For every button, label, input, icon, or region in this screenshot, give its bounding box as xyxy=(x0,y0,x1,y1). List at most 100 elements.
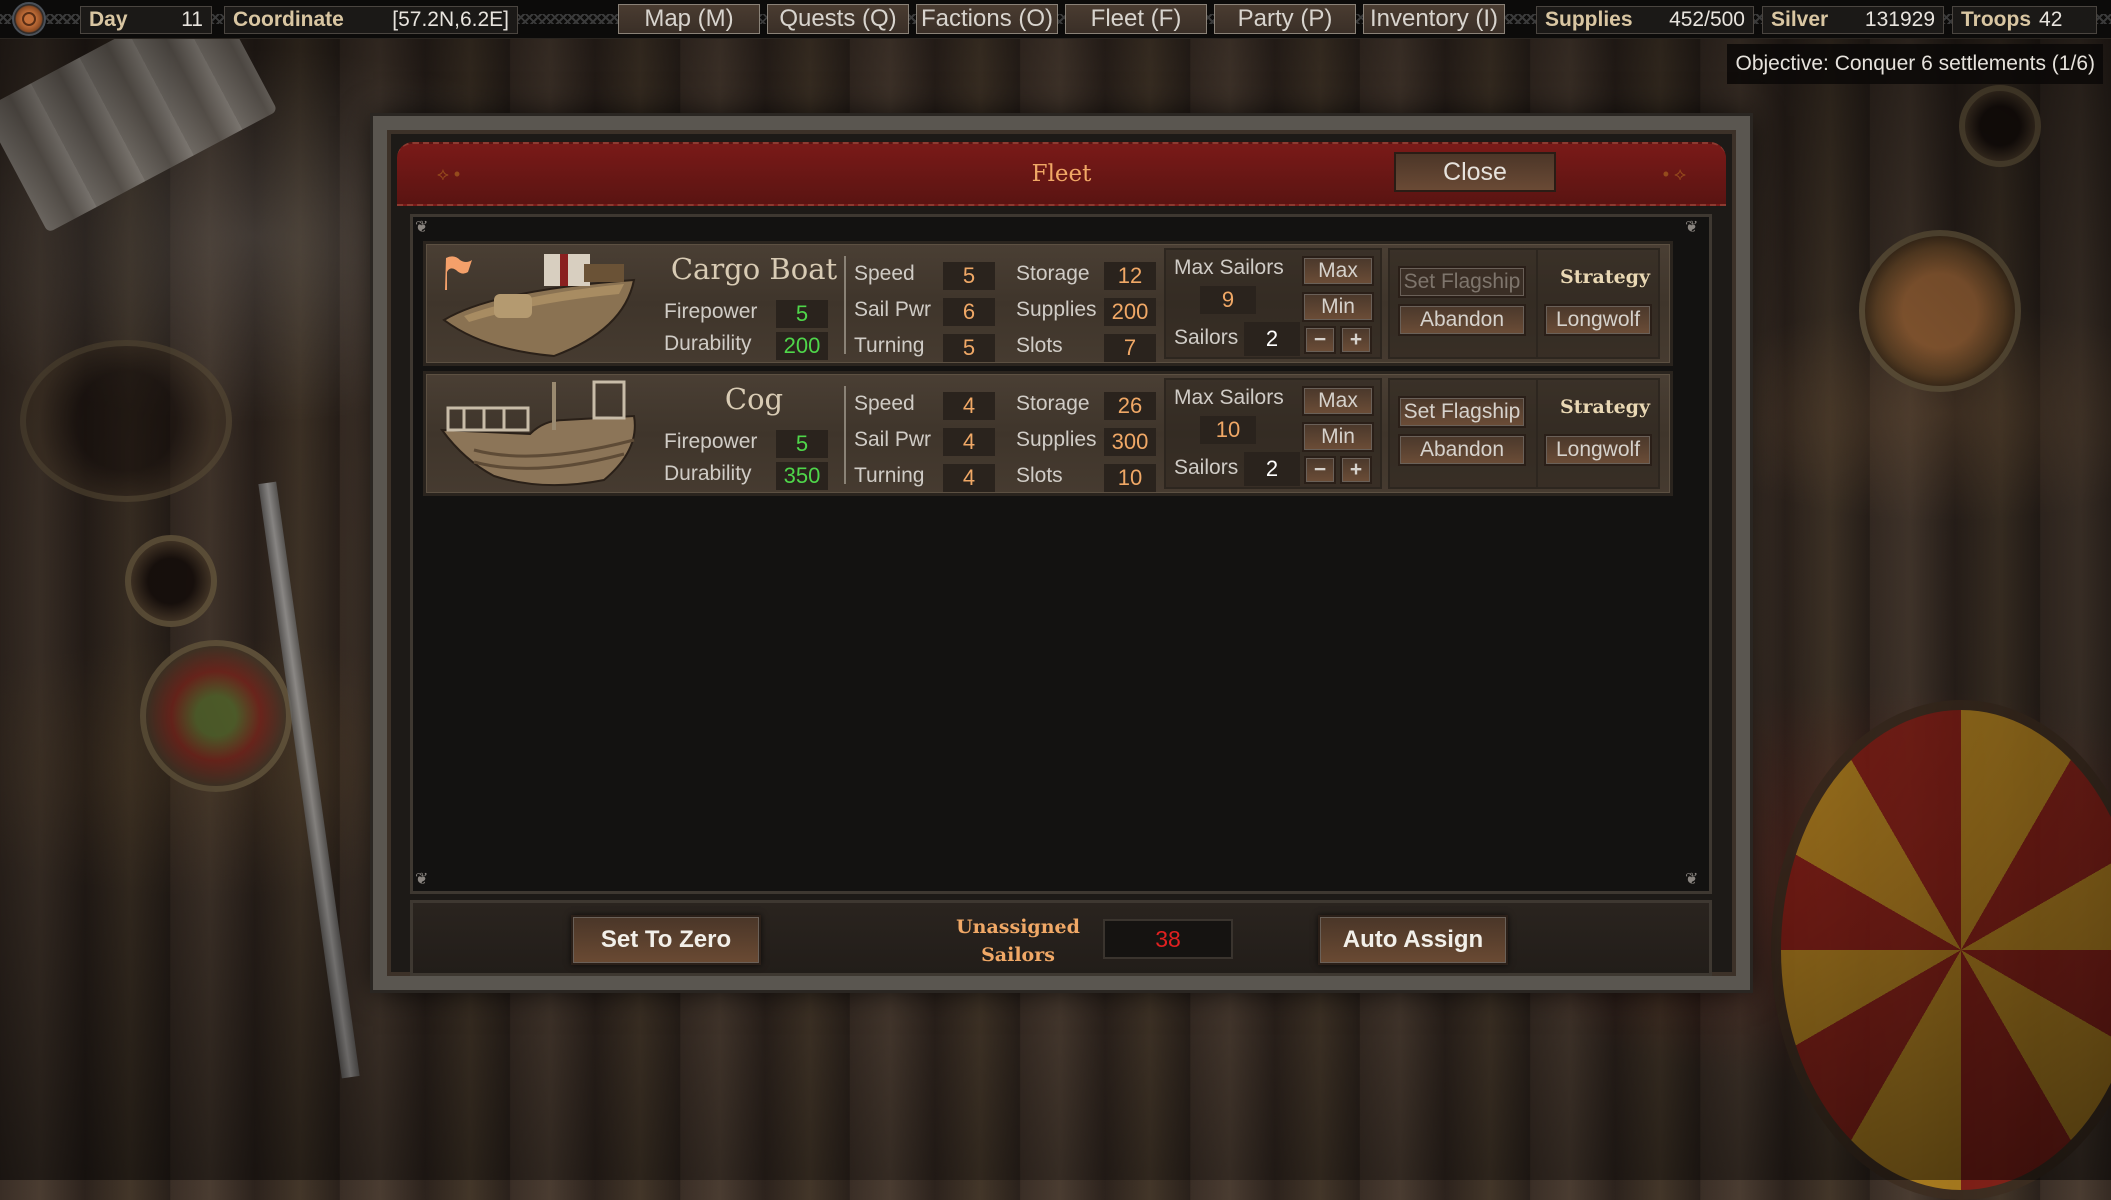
ship-name: Cog xyxy=(724,382,784,416)
ship-name: Cargo Boat xyxy=(670,252,838,286)
fleet-dialog: ⟡ • Fleet Close • ⟡ ❦ ❦ ❦ ❦ Cargo Boat F… xyxy=(370,113,1753,993)
sailors-value: 2 xyxy=(1244,322,1300,356)
cup-decoration xyxy=(125,535,217,627)
column-divider xyxy=(844,256,846,354)
close-button[interactable]: Close xyxy=(1394,152,1556,192)
coordinate-value: [57.2N,6.2E] xyxy=(392,8,509,31)
turning-value: 5 xyxy=(943,334,995,362)
strategy-label: Strategy xyxy=(1560,266,1651,288)
objective-text: Objective: Conquer 6 settlements (1/6) xyxy=(1727,44,2103,84)
troops-value: 42 xyxy=(2039,8,2063,31)
nav-factions-button[interactable]: Factions (O) xyxy=(916,4,1058,34)
strategy-select-button[interactable]: Longwolf xyxy=(1544,304,1652,336)
durability-label: Durability xyxy=(664,462,752,485)
slots-value: 10 xyxy=(1104,464,1156,492)
unassigned-sailors-label: Unassigned Sailors xyxy=(943,913,1093,969)
corner-ornament-icon: ❦ xyxy=(1685,219,1699,236)
abandon-button[interactable]: Abandon xyxy=(1398,434,1526,466)
supplies-display: Supplies 452/500 xyxy=(1536,6,1754,34)
supplies-value: 200 xyxy=(1104,298,1156,326)
increase-sailors-button[interactable]: + xyxy=(1340,326,1372,354)
ship-row-cargo-boat[interactable]: Cargo Boat Firepower 5 Durability 200 Sp… xyxy=(423,241,1673,366)
turning-label: Turning xyxy=(854,464,925,487)
nav-inventory-button[interactable]: Inventory (I) xyxy=(1363,4,1505,34)
speed-value: 4 xyxy=(943,392,995,420)
silver-value: 131929 xyxy=(1864,8,1935,31)
supplies-value: 452/500 xyxy=(1669,8,1745,31)
durability-label: Durability xyxy=(664,332,752,355)
day-value: 11 xyxy=(181,8,203,31)
silver-display: Silver 131929 xyxy=(1762,6,1944,34)
decrease-sailors-button[interactable]: − xyxy=(1304,456,1336,484)
durability-value: 200 xyxy=(776,332,828,360)
max-sailors-value: 10 xyxy=(1200,416,1256,444)
sail-pwr-label: Sail Pwr xyxy=(854,298,932,321)
day-label: Day xyxy=(89,8,128,31)
sailor-assignment-bar: Set To Zero Unassigned Sailors 38 Auto A… xyxy=(410,900,1712,976)
sailors-value: 2 xyxy=(1244,452,1300,486)
max-sailors-button[interactable]: Max xyxy=(1302,386,1374,416)
day-display: Day 11 xyxy=(80,6,212,34)
unassigned-label-line1: Unassigned xyxy=(956,916,1080,938)
silver-label: Silver xyxy=(1771,8,1829,31)
nav-map-button[interactable]: Map (M) xyxy=(618,4,760,34)
auto-assign-button[interactable]: Auto Assign xyxy=(1318,915,1508,965)
settings-gear-icon[interactable] xyxy=(12,2,46,36)
troops-display: Troops 42 xyxy=(1952,6,2097,34)
durability-value: 350 xyxy=(776,462,828,490)
abandon-button[interactable]: Abandon xyxy=(1398,304,1526,336)
max-sailors-label: Max Sailors xyxy=(1174,386,1284,409)
set-to-zero-button[interactable]: Set To Zero xyxy=(571,915,761,965)
nav-party-button[interactable]: Party (P) xyxy=(1214,4,1356,34)
jug-decoration xyxy=(20,340,232,502)
sword-decoration xyxy=(258,481,360,1079)
sailors-label: Sailors xyxy=(1174,326,1239,349)
storage-label: Storage xyxy=(1016,392,1090,415)
troops-label: Troops xyxy=(1961,8,2032,31)
strategy-select-button[interactable]: Longwolf xyxy=(1544,434,1652,466)
set-flagship-button[interactable]: Set Flagship xyxy=(1398,396,1526,428)
storage-value: 12 xyxy=(1104,262,1156,290)
ship-actions-panel: Set Flagship Abandon xyxy=(1388,248,1538,359)
corner-ornament-icon: ❦ xyxy=(415,219,429,236)
strategy-panel: Strategy Longwolf xyxy=(1536,248,1660,359)
sailors-label: Sailors xyxy=(1174,456,1239,479)
nav-fleet-button[interactable]: Fleet (F) xyxy=(1065,4,1207,34)
supplies-label: Supplies xyxy=(1545,8,1633,31)
increase-sailors-button[interactable]: + xyxy=(1340,456,1372,484)
firepower-label: Firepower xyxy=(664,430,758,453)
max-sailors-value: 9 xyxy=(1200,286,1256,314)
ship-row-cog[interactable]: Cog Firepower 5 Durability 350 Speed 4 S… xyxy=(423,371,1673,496)
slots-label: Slots xyxy=(1016,464,1063,487)
turning-label: Turning xyxy=(854,334,925,357)
slots-value: 7 xyxy=(1104,334,1156,362)
sail-pwr-value: 6 xyxy=(943,298,995,326)
supplies-value: 300 xyxy=(1104,428,1156,456)
supplies-label: Supplies xyxy=(1016,428,1097,451)
sailors-panel: Max Sailors 9 Sailors 2 Max Min − + xyxy=(1164,248,1382,359)
firepower-value: 5 xyxy=(776,430,828,458)
sail-pwr-value: 4 xyxy=(943,428,995,456)
strategy-panel: Strategy Longwolf xyxy=(1536,378,1660,489)
firepower-label: Firepower xyxy=(664,300,758,323)
turning-value: 4 xyxy=(943,464,995,492)
bread-bowl-decoration xyxy=(1859,230,2021,392)
min-sailors-button[interactable]: Min xyxy=(1302,292,1374,322)
decrease-sailors-button[interactable]: − xyxy=(1304,326,1336,354)
strategy-label: Strategy xyxy=(1560,396,1651,418)
flagship-flag-icon xyxy=(445,256,472,290)
sailors-panel: Max Sailors 10 Sailors 2 Max Min − + xyxy=(1164,378,1382,489)
shield-decoration xyxy=(1771,700,2111,1200)
corner-ornament-icon: ❦ xyxy=(415,871,429,888)
coordinate-label: Coordinate xyxy=(233,8,344,31)
ornament-right-icon: • ⟡ xyxy=(1662,164,1686,184)
firepower-value: 5 xyxy=(776,300,828,328)
cog-ship-image xyxy=(439,380,636,487)
nav-quests-button[interactable]: Quests (Q) xyxy=(767,4,909,34)
max-sailors-button[interactable]: Max xyxy=(1302,256,1374,286)
min-sailors-button[interactable]: Min xyxy=(1302,422,1374,452)
unassigned-sailors-value: 38 xyxy=(1103,919,1233,959)
speed-value: 5 xyxy=(943,262,995,290)
unassigned-label-line2: Sailors xyxy=(981,944,1055,966)
column-divider xyxy=(844,386,846,484)
